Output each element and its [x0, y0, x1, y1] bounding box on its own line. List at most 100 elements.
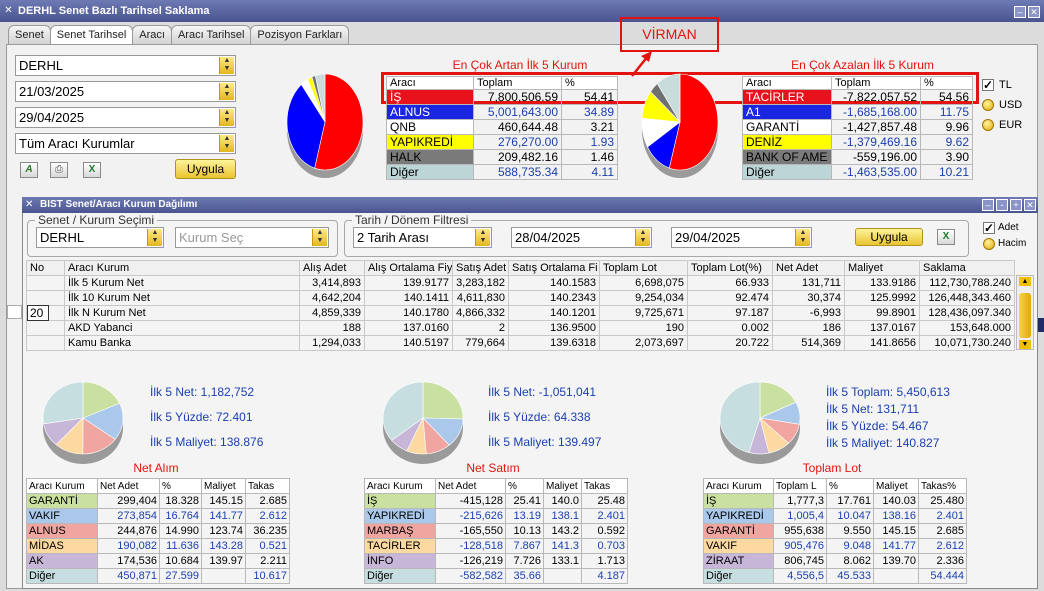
col-header[interactable]: Maliyet — [844, 260, 920, 276]
tab-senet-tarihsel[interactable]: Senet Tarihsel — [49, 25, 134, 46]
table-row[interactable]: MARBAŞ -165,550 10.13 143.2 0.592 — [364, 523, 628, 539]
spinner-icon[interactable]: ▲ ▼ — [219, 109, 234, 126]
table-row[interactable]: Diğer -582,582 35.66 4.187 — [364, 568, 628, 584]
minimize-icon[interactable]: – — [982, 199, 994, 211]
spinner-icon[interactable]: ▲ ▼ — [219, 83, 234, 100]
table-row[interactable]: ALNUS 244,876 14.990 123.74 36.235 — [26, 523, 290, 539]
tl-checkbox[interactable]: ✓ — [982, 79, 994, 91]
table-cell: 2,073,697 — [599, 335, 688, 351]
sub-symbol-select[interactable]: DERHL ▲ ▼ — [36, 227, 164, 248]
start-date-select[interactable]: 21/03/2025 ▲ ▼ — [15, 81, 236, 102]
table-row[interactable]: GARANTİ 299,404 18.328 145.15 2.685 — [26, 493, 290, 509]
spinner-icon[interactable]: ▲ ▼ — [219, 57, 234, 74]
table-row[interactable]: Diğer 4,556,5 45.533 54.444 — [703, 568, 967, 584]
table-row[interactable]: GARANTİ 955,638 9.550 145.15 2.685 — [703, 523, 967, 539]
table-row[interactable]: İNFO -126,219 7.726 133.1 1.713 — [364, 553, 628, 569]
scroll-down-icon[interactable]: ▼ — [1019, 340, 1031, 349]
close-icon[interactable]: ✕ — [3, 6, 14, 17]
excel-icon[interactable]: X — [83, 162, 101, 178]
restore-icon[interactable]: - — [996, 199, 1008, 211]
table-row[interactable]: VAKIF 905,476 9.048 141.77 2.612 — [703, 538, 967, 554]
close-window-icon[interactable]: ✕ — [1028, 6, 1040, 18]
col-header[interactable]: Aracı Kurum — [64, 260, 300, 276]
symbol-select[interactable]: DERHL ▲ ▼ — [15, 55, 236, 76]
table-row[interactable]: QNB 460,644.48 3.21 — [386, 119, 618, 135]
table-row[interactable]: A1 -1,685,168.00 11.75 — [742, 104, 973, 120]
table-cell: 18.328 — [159, 493, 202, 509]
row-count-input[interactable]: 20 — [27, 305, 49, 321]
col-header[interactable]: Toplam Lot — [599, 260, 688, 276]
end-date-select[interactable]: 29/04/2025 ▲ ▼ — [15, 107, 236, 128]
usd-radio[interactable] — [982, 99, 994, 111]
col-header[interactable]: Net Adet — [772, 260, 845, 276]
tab-pozisyon-farklari[interactable]: Pozisyon Farkları — [250, 25, 350, 45]
sub-excel-icon[interactable]: X — [937, 229, 955, 245]
total-value: -1,427,857.48 — [831, 119, 921, 135]
spinner-icon[interactable]: ▲ ▼ — [635, 229, 650, 246]
table-row[interactable]: BANK OF AME -559,196.00 3.90 — [742, 149, 973, 165]
eur-radio[interactable] — [982, 119, 994, 131]
adet-checkbox[interactable]: ✓ — [983, 222, 995, 234]
minimize-icon[interactable]: – — [1014, 6, 1026, 18]
table-row[interactable]: MİDAS 190,082 11.636 143.28 0.521 — [26, 538, 290, 554]
total-value: 588,735.34 — [473, 164, 562, 180]
print-icon[interactable]: ⎙ — [50, 162, 68, 178]
spinner-icon[interactable]: ▲ ▼ — [312, 229, 327, 246]
table-row[interactable]: İŞ 1,777,3 17.761 140.03 25.480 — [703, 493, 967, 509]
tab-araci-tarihsel[interactable]: Aracı Tarihsel — [170, 25, 252, 45]
close-window-icon[interactable]: ✕ — [1024, 199, 1036, 211]
broker-select[interactable]: Kurum Seç ▲ ▼ — [175, 227, 329, 248]
tab-araci[interactable]: Aracı — [132, 25, 172, 45]
spinner-icon[interactable]: ▲ ▼ — [475, 229, 490, 246]
table-row[interactable]: İlk 5 Kurum Net 3,414,893 139.9177 3,283,18… — [26, 275, 1015, 291]
table-row[interactable]: AK 174,536 10.684 139.97 2.211 — [26, 553, 290, 569]
spinner-icon[interactable]: ▲ ▼ — [147, 229, 162, 246]
col-header: Toplam L — [773, 478, 827, 494]
to-date-select[interactable]: 29/04/2025 ▲ ▼ — [671, 227, 812, 248]
table-row[interactable]: HALK 209,482.16 1.46 — [386, 149, 618, 165]
col-header[interactable]: Alış Ortalama Fiy — [364, 260, 453, 276]
spinner-icon[interactable]: ▲ ▼ — [219, 135, 234, 152]
period-mode-select[interactable]: 2 Tarih Arası ▲ ▼ — [353, 227, 492, 248]
maximize-icon[interactable]: + — [1010, 199, 1022, 211]
table-row[interactable]: GARANTİ -1,427,857.48 9.96 — [742, 119, 973, 135]
table-row[interactable]: YAPIKREDİ -215,626 13.19 138.1 2.401 — [364, 508, 628, 524]
table-row[interactable]: ZİRAAT 806,745 8.062 139.70 2.336 — [703, 553, 967, 569]
sub-apply-button[interactable]: Uygula — [855, 228, 923, 246]
table-row[interactable]: VAKIF 273,854 16.764 141.77 2.612 — [26, 508, 290, 524]
table-row[interactable]: Diğer 450,871 27.599 10.617 — [26, 568, 290, 584]
col-header[interactable]: Alış Adet — [299, 260, 365, 276]
hidden-row-marker — [7, 305, 22, 319]
table-row[interactable]: ALNUS 5,001,643.00 34.89 — [386, 104, 618, 120]
table-cell: 2.685 — [245, 493, 290, 509]
hacim-radio[interactable] — [983, 238, 995, 250]
apply-button[interactable]: Uygula — [175, 159, 236, 179]
table-row[interactable]: TACİRLER -7,822,057.52 54.56 — [742, 89, 973, 105]
col-header[interactable]: Satış Ortalama Fi — [508, 260, 600, 276]
table-row[interactable]: İlk N Kurum Net 4,859,339 140.1780 4,866,33… — [26, 305, 1015, 321]
scrollbar-thumb[interactable] — [1019, 293, 1031, 338]
table-row[interactable]: YAPIKREDİ 276,270.00 1.93 — [386, 134, 618, 150]
table-row[interactable]: YAPIKREDİ 1,005,4 10.047 138.16 2.401 — [703, 508, 967, 524]
table-row[interactable]: İŞ -415,128 25.41 140.0 25.48 — [364, 493, 628, 509]
spinner-icon[interactable]: ▲ ▼ — [795, 229, 810, 246]
font-icon[interactable]: A — [20, 162, 38, 178]
tab-senet[interactable]: Senet — [8, 25, 51, 45]
subwindow-close-icon[interactable]: ✕ — [25, 200, 33, 210]
table-row[interactable]: DENİZ -1,379,469.16 9.62 — [742, 134, 973, 150]
from-date-select[interactable]: 28/04/2025 ▲ ▼ — [511, 227, 652, 248]
broker-filter-select[interactable]: Tüm Aracı Kurumlar ▲ ▼ — [15, 133, 236, 154]
table-row[interactable]: Kamu Banka 1,294,033 140.5197 779,664 139.63… — [26, 335, 1015, 351]
table-row[interactable]: AKD Yabanci 188 137.0160 2 136.9500 190 0.002 1… — [26, 320, 1015, 336]
table-row[interactable]: Diğer 588,735.34 4.11 — [386, 164, 618, 180]
col-header[interactable]: No — [26, 260, 65, 276]
scroll-up-icon[interactable]: ▲ — [1019, 277, 1031, 286]
table-row[interactable]: Diğer -1,463,535.00 10.21 — [742, 164, 973, 180]
table-row[interactable]: İŞ 7,800,506.59 54.41 — [386, 89, 618, 105]
col-header[interactable]: Saklama — [919, 260, 1015, 276]
col-header[interactable]: Toplam Lot(%) — [687, 260, 773, 276]
broker-name: TACİRLER — [742, 89, 832, 105]
table-row[interactable]: TACİRLER -128,518 7.867 141.3 0.703 — [364, 538, 628, 554]
table-row[interactable]: İlk 10 Kurum Net 4,642,204 140.1411 4,611,8… — [26, 290, 1015, 306]
col-header[interactable]: Satış Adet — [452, 260, 509, 276]
